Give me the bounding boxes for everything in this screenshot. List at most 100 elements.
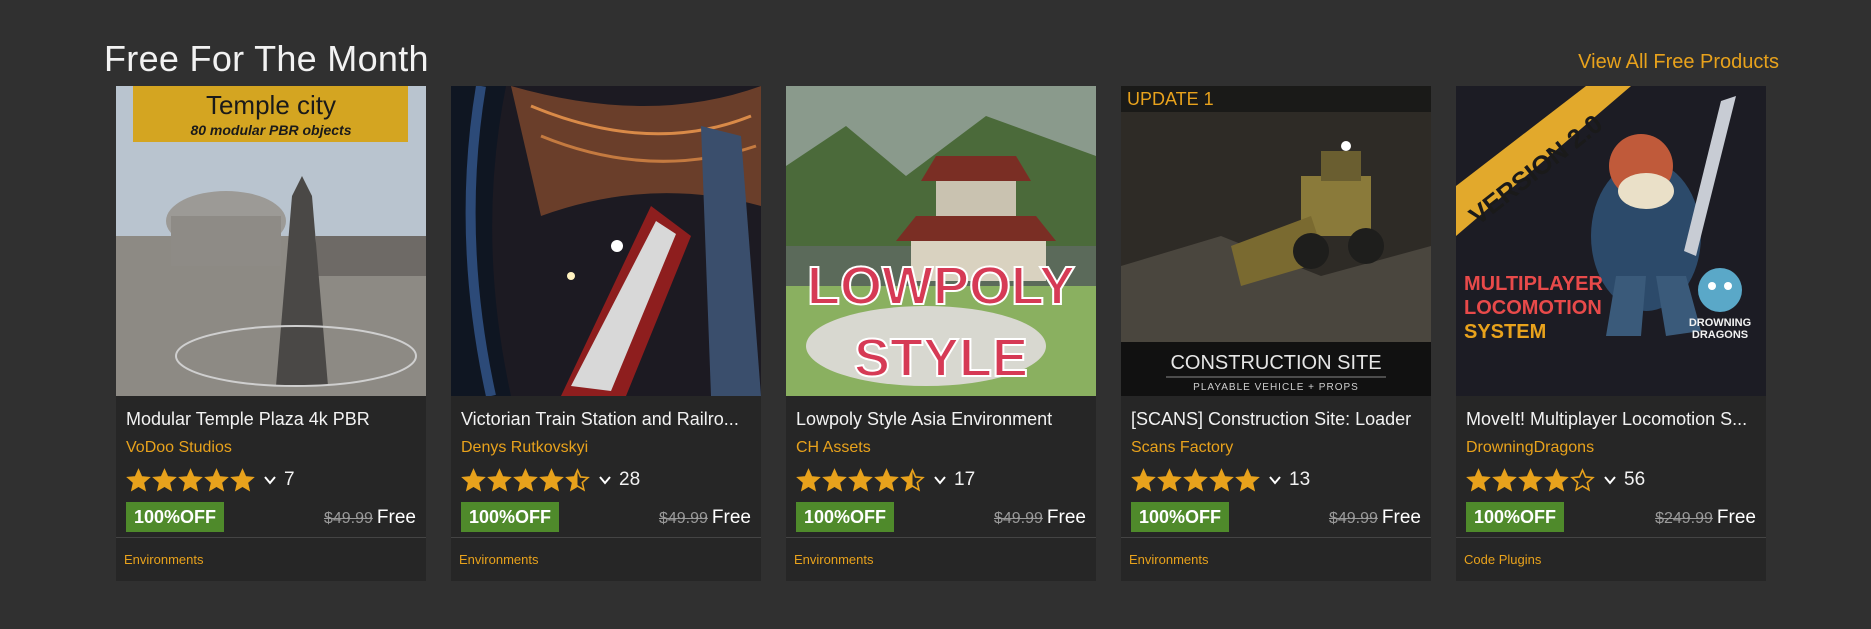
- product-card[interactable]: VERSION 2.0 MULTIPLAYER LOCOMOTION SYSTE…: [1456, 86, 1766, 581]
- product-title[interactable]: Lowpoly Style Asia Environment: [796, 409, 1088, 430]
- star-full-icon: [1492, 467, 1517, 491]
- star-full-icon: [461, 467, 486, 491]
- divider: [116, 537, 426, 538]
- star-half-icon: [900, 467, 925, 491]
- thumb-text-construction: CONSTRUCTION SITE: [1170, 352, 1381, 374]
- star-full-icon: [848, 467, 873, 491]
- rating-row[interactable]: 7: [126, 466, 295, 494]
- current-price: Free: [1046, 507, 1086, 528]
- product-category[interactable]: Environments: [459, 552, 538, 567]
- star-rating: [1466, 467, 1596, 493]
- product-thumbnail[interactable]: Temple city 80 modular PBR objects: [116, 86, 426, 396]
- star-full-icon: [1466, 467, 1491, 491]
- product-category[interactable]: Environments: [1129, 552, 1208, 567]
- product-seller[interactable]: DrowningDragons: [1466, 439, 1594, 457]
- star-full-icon: [230, 467, 255, 491]
- thumb-text-locomotion: LOCOMOTION: [1464, 297, 1602, 319]
- product-thumbnail[interactable]: UPDATE 1 CONSTRUCTION SITE PLAYABLE VEHI…: [1121, 86, 1431, 396]
- thumb-text-lowpoly: LOWPOLY: [807, 256, 1075, 316]
- star-full-icon: [178, 467, 203, 491]
- star-rating: [461, 467, 591, 493]
- thumb-text-multiplayer: MULTIPLAYER: [1464, 273, 1603, 295]
- current-price: Free: [711, 507, 751, 528]
- product-seller[interactable]: Denys Rutkovskyi: [461, 439, 588, 457]
- moveit-locomotion-image: VERSION 2.0 MULTIPLAYER LOCOMOTION SYSTE…: [1456, 86, 1766, 396]
- thumb-text-vehicle: PLAYABLE VEHICLE + PROPS: [1193, 382, 1359, 393]
- divider: [451, 537, 761, 538]
- thumb-text-update: UPDATE 1: [1127, 89, 1214, 109]
- rating-row[interactable]: 56: [1466, 466, 1645, 494]
- product-thumbnail[interactable]: LOWPOLY STYLE: [786, 86, 1096, 396]
- product-title[interactable]: Modular Temple Plaza 4k PBR: [126, 409, 418, 430]
- product-category[interactable]: Environments: [794, 552, 873, 567]
- rating-row[interactable]: 13: [1131, 466, 1310, 494]
- old-price: $249.99: [1655, 510, 1713, 527]
- chevron-down-icon[interactable]: [932, 472, 948, 488]
- chevron-down-icon[interactable]: [262, 472, 278, 488]
- old-price: $49.99: [1328, 510, 1378, 527]
- old-price: $49.99: [993, 510, 1043, 527]
- thumb-text-drowning: DROWNING: [1689, 317, 1751, 329]
- product-card[interactable]: UPDATE 1 CONSTRUCTION SITE PLAYABLE VEHI…: [1121, 86, 1431, 581]
- rating-row[interactable]: 28: [461, 466, 640, 494]
- section-title: Free For The Month: [104, 38, 429, 79]
- star-full-icon: [204, 467, 229, 491]
- star-full-icon: [539, 467, 564, 491]
- product-category[interactable]: Code Plugins: [1464, 552, 1541, 567]
- product-seller[interactable]: CH Assets: [796, 439, 871, 457]
- product-card[interactable]: Victorian Train Station and Railro... De…: [451, 86, 761, 581]
- rating-count: 7: [284, 469, 295, 490]
- thumb-text-temple-city: Temple city: [206, 90, 336, 120]
- star-rating: [126, 467, 256, 493]
- star-rating: [1131, 467, 1261, 493]
- star-full-icon: [796, 467, 821, 491]
- thumb-text-style: STYLE: [854, 328, 1028, 388]
- chevron-down-icon[interactable]: [1267, 472, 1283, 488]
- product-card[interactable]: LOWPOLY STYLE Lowpoly Style Asia Environ…: [786, 86, 1096, 581]
- product-title[interactable]: [SCANS] Construction Site: Loader: [1131, 409, 1423, 430]
- product-thumbnail[interactable]: [451, 86, 761, 396]
- star-full-icon: [1544, 467, 1569, 491]
- star-rating: [796, 467, 926, 493]
- product-card[interactable]: Temple city 80 modular PBR objects Modul…: [116, 86, 426, 581]
- product-thumbnail[interactable]: VERSION 2.0 MULTIPLAYER LOCOMOTION SYSTE…: [1456, 86, 1766, 396]
- star-full-icon: [487, 467, 512, 491]
- thumb-text-system: SYSTEM: [1464, 321, 1546, 343]
- star-full-icon: [152, 467, 177, 491]
- view-all-free-products-link[interactable]: View All Free Products: [1578, 51, 1779, 74]
- star-full-icon: [874, 467, 899, 491]
- product-category[interactable]: Environments: [124, 552, 203, 567]
- current-price: Free: [1381, 507, 1421, 528]
- chevron-down-icon[interactable]: [597, 472, 613, 488]
- product-seller[interactable]: Scans Factory: [1131, 439, 1233, 457]
- product-title[interactable]: MoveIt! Multiplayer Locomotion S...: [1466, 409, 1758, 430]
- discount-badge: 100%OFF: [796, 502, 895, 532]
- rating-row[interactable]: 17: [796, 466, 975, 494]
- divider: [1121, 537, 1431, 538]
- star-full-icon: [1131, 467, 1156, 491]
- train-station-image: [451, 86, 761, 396]
- discount-badge: 100%OFF: [461, 502, 560, 532]
- divider: [786, 537, 1096, 538]
- divider: [1456, 537, 1766, 538]
- thumb-text-dragons: DRAGONS: [1692, 329, 1748, 341]
- discount-badge: 100%OFF: [126, 502, 225, 532]
- current-price: Free: [376, 507, 416, 528]
- price: $49.99 Free: [994, 507, 1086, 529]
- old-price: $49.99: [658, 510, 708, 527]
- star-full-icon: [1518, 467, 1543, 491]
- product-seller[interactable]: VoDoo Studios: [126, 439, 232, 457]
- price: $49.99 Free: [659, 507, 751, 529]
- discount-badge: 100%OFF: [1466, 502, 1565, 532]
- star-half-icon: [565, 467, 590, 491]
- star-full-icon: [513, 467, 538, 491]
- discount-badge: 100%OFF: [1131, 502, 1230, 532]
- star-full-icon: [822, 467, 847, 491]
- temple-plaza-image: Temple city 80 modular PBR objects: [116, 86, 426, 396]
- old-price: $49.99: [323, 510, 373, 527]
- chevron-down-icon[interactable]: [1602, 472, 1618, 488]
- price: $49.99 Free: [1329, 507, 1421, 529]
- product-title[interactable]: Victorian Train Station and Railro...: [461, 409, 753, 430]
- construction-site-image: UPDATE 1 CONSTRUCTION SITE PLAYABLE VEHI…: [1121, 86, 1431, 396]
- rating-count: 56: [1624, 469, 1646, 490]
